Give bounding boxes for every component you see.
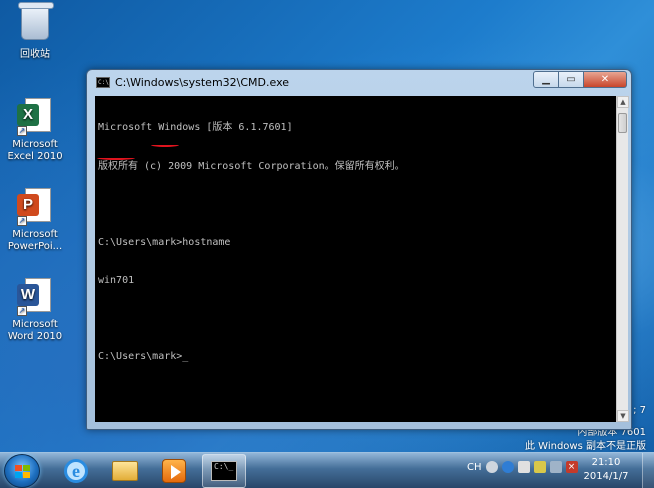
windows-logo-icon bbox=[15, 465, 31, 479]
taskbar-cmd[interactable]: C:\_ bbox=[202, 454, 246, 488]
scroll-down-icon[interactable]: ▼ bbox=[617, 410, 629, 422]
taskbar-windows-explorer[interactable] bbox=[103, 454, 147, 488]
console-line: C:\Users\mark>_ bbox=[98, 350, 189, 362]
console-line: win701 bbox=[98, 274, 135, 286]
clock-date: 2014/1/7 bbox=[583, 471, 629, 482]
desktop-icon-recycle-bin[interactable]: 回收站 bbox=[4, 6, 66, 61]
taskbar-internet-explorer[interactable]: e bbox=[54, 454, 98, 488]
console-line: Microsoft Windows [版本 6.1.7601] bbox=[98, 122, 293, 134]
minimize-button[interactable]: ▁ bbox=[533, 71, 559, 88]
desktop-icon-word[interactable]: W ↗ Microsoft Word 2010 bbox=[4, 276, 66, 343]
volume-muted-icon[interactable]: × bbox=[565, 461, 578, 473]
clock-time: 21:10 bbox=[591, 457, 621, 468]
start-button[interactable] bbox=[4, 454, 40, 488]
cmd-icon: C:\_ bbox=[211, 461, 237, 481]
system-clock[interactable]: 21:10 2014/1/7 bbox=[580, 456, 632, 484]
desktop-icon-excel[interactable]: X ↗ Microsoft Excel 2010 bbox=[4, 96, 66, 163]
watermark-partial: ; 7 bbox=[633, 405, 646, 416]
help-icon[interactable] bbox=[501, 461, 514, 473]
desktop-icon-label: Excel 2010 bbox=[7, 151, 63, 162]
excel-badge: X bbox=[17, 104, 39, 126]
show-desktop-button[interactable] bbox=[642, 453, 654, 488]
vertical-scrollbar[interactable]: ▲ ▼ bbox=[616, 96, 629, 422]
caption-buttons: ▁ ▭ ✕ bbox=[533, 71, 627, 89]
desktop-icon-label: Word 2010 bbox=[7, 331, 63, 342]
desktop-icon-label: Microsoft bbox=[12, 139, 58, 150]
desktop-icon-label: PowerPoi... bbox=[7, 241, 63, 252]
desktop: 回收站 X ↗ Microsoft Excel 2010 P ↗ Microso… bbox=[0, 0, 654, 452]
recycle-bin-icon bbox=[17, 6, 53, 46]
system-tray: CH × bbox=[467, 461, 578, 473]
scroll-up-icon[interactable]: ▲ bbox=[617, 96, 629, 108]
cmd-icon: C:\ bbox=[96, 77, 110, 88]
powerpoint-icon: P ↗ bbox=[17, 186, 53, 226]
shortcut-arrow-icon: ↗ bbox=[17, 216, 27, 226]
media-player-icon bbox=[162, 459, 186, 483]
shortcut-arrow-icon: ↗ bbox=[17, 306, 27, 316]
console-line: 版权所有 (c) 2009 Microsoft Corporation。保留所有… bbox=[98, 160, 405, 172]
maximize-button[interactable]: ▭ bbox=[559, 71, 584, 88]
keyboard-icon[interactable] bbox=[517, 461, 530, 473]
minimize-icon: ▁ bbox=[542, 74, 550, 85]
word-icon: W ↗ bbox=[17, 276, 53, 316]
window-title: C:\Windows\system32\CMD.exe bbox=[115, 76, 290, 89]
taskbar-media-player[interactable] bbox=[152, 454, 196, 488]
desktop-icon-powerpoint[interactable]: P ↗ Microsoft PowerPoi... bbox=[4, 186, 66, 253]
word-badge: W bbox=[17, 284, 39, 306]
action-center-icon[interactable] bbox=[533, 461, 546, 473]
input-method-icon[interactable] bbox=[485, 461, 498, 473]
excel-icon: X ↗ bbox=[17, 96, 53, 136]
window-titlebar[interactable]: C:\ C:\Windows\system32\CMD.exe ▁ ▭ ✕ bbox=[87, 70, 631, 96]
close-icon: ✕ bbox=[600, 74, 610, 85]
shortcut-arrow-icon: ↗ bbox=[17, 126, 27, 136]
language-indicator[interactable]: CH bbox=[467, 462, 482, 473]
taskbar: e C:\_ CH × 21:10 2014/1/7 bbox=[0, 452, 654, 488]
desktop-icon-label: Microsoft bbox=[12, 319, 58, 330]
annotation-underline-username bbox=[151, 143, 179, 147]
cmd-window[interactable]: C:\ C:\Windows\system32\CMD.exe ▁ ▭ ✕ Mi… bbox=[86, 69, 632, 430]
watermark-genuine-notice: 此 Windows 副本不是正版 bbox=[525, 441, 646, 452]
desktop-icon-label: 回收站 bbox=[20, 49, 50, 60]
annotation-underline-hostname bbox=[97, 156, 135, 160]
internet-explorer-icon: e bbox=[64, 459, 88, 483]
network-icon[interactable] bbox=[549, 461, 562, 473]
powerpoint-badge: P bbox=[17, 194, 39, 216]
scrollbar-thumb[interactable] bbox=[618, 113, 627, 133]
console-line: C:\Users\mark>hostname bbox=[98, 236, 231, 248]
maximize-icon: ▭ bbox=[566, 74, 576, 85]
folder-icon bbox=[112, 461, 138, 481]
close-button[interactable]: ✕ bbox=[584, 71, 627, 88]
desktop-icon-label: Microsoft bbox=[12, 229, 58, 240]
